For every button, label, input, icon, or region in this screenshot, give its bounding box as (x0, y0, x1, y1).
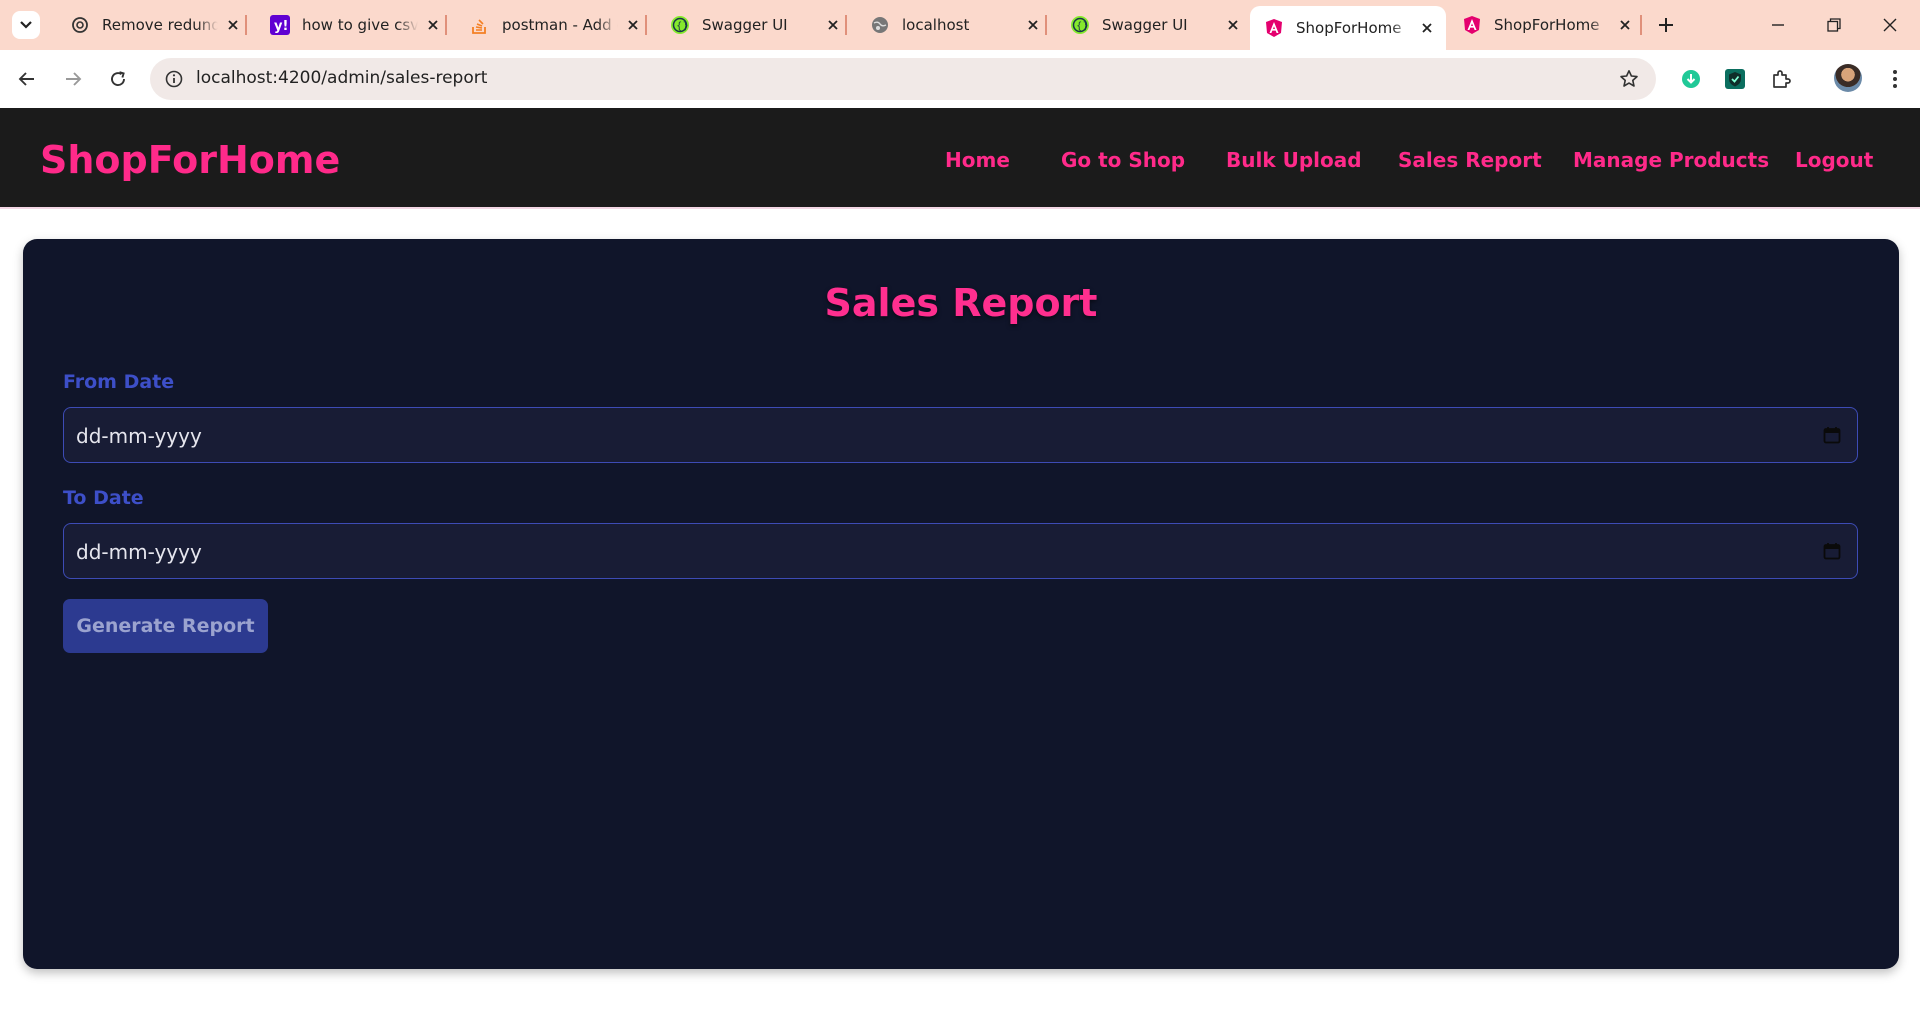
tab-search-button[interactable] (12, 11, 40, 39)
to-date-label: To Date (63, 487, 144, 509)
from-date-value: dd-mm-yyyy (76, 424, 202, 448)
nav-go-to-shop[interactable]: Go to Shop (1061, 148, 1185, 172)
close-icon[interactable] (1024, 16, 1042, 34)
profile-avatar[interactable] (1834, 64, 1862, 92)
browser-tab[interactable]: y! how to give csv f (256, 8, 452, 42)
minimize-button[interactable] (1762, 10, 1794, 40)
tab-separator (845, 15, 847, 35)
site-info-icon[interactable] (160, 65, 188, 93)
close-icon[interactable] (224, 16, 242, 34)
nav-manage-products[interactable]: Manage Products (1573, 148, 1769, 172)
openai-icon (70, 15, 90, 35)
from-date-label: From Date (63, 371, 175, 393)
close-icon (1883, 18, 1897, 32)
tab-separator (1640, 15, 1642, 35)
tab-title: postman - Add c (502, 16, 618, 34)
address-bar[interactable]: localhost:4200/admin/sales-report (150, 58, 1656, 100)
globe-icon (870, 15, 890, 35)
svg-text:{}: {} (1076, 21, 1089, 32)
app-header: ShopForHome Home Go to Shop Bulk Upload … (0, 108, 1920, 209)
browser-tab[interactable]: ShopForHome (1448, 8, 1644, 42)
browser-menu-button[interactable] (1880, 64, 1910, 94)
tab-title: Swagger UI (1102, 16, 1188, 34)
to-date-value: dd-mm-yyyy (76, 540, 202, 564)
minimize-icon (1772, 24, 1784, 26)
tab-title: Swagger UI (702, 16, 788, 34)
tab-title: ShopForHome (1296, 19, 1402, 37)
browser-tab-active[interactable]: ShopForHome (1250, 6, 1446, 50)
stackoverflow-icon (470, 15, 490, 35)
swagger-icon: {} (1070, 15, 1090, 35)
browser-tab[interactable]: localhost (856, 8, 1052, 42)
chevron-down-icon (20, 21, 32, 29)
generate-report-button[interactable]: Generate Report (63, 599, 268, 653)
shield-extension-icon[interactable] (1720, 64, 1750, 94)
close-icon[interactable] (824, 16, 842, 34)
close-icon[interactable] (1224, 16, 1242, 34)
calendar-icon[interactable] (1823, 542, 1841, 560)
reload-icon (111, 71, 125, 86)
restore-icon (1827, 18, 1841, 32)
sales-report-panel: Sales Report From Date dd-mm-yyyy To Dat… (23, 239, 1899, 969)
close-icon[interactable] (1418, 19, 1436, 37)
browser-tab[interactable]: {} Swagger UI (656, 8, 852, 42)
swagger-icon: {} (670, 15, 690, 35)
tab-separator (445, 15, 447, 35)
svg-text:y!: y! (274, 19, 288, 34)
nav-home[interactable]: Home (945, 148, 1010, 172)
reload-button[interactable] (103, 64, 133, 94)
brand-logo[interactable]: ShopForHome (40, 138, 340, 182)
close-icon[interactable] (1616, 16, 1634, 34)
nav-bulk-upload[interactable]: Bulk Upload (1226, 148, 1362, 172)
close-icon[interactable] (424, 16, 442, 34)
browser-tab[interactable]: postman - Add c (456, 8, 652, 42)
download-extension-icon[interactable] (1676, 64, 1706, 94)
browser-tab-strip: Remove redundant y! how to give csv f po… (0, 0, 1920, 50)
tab-separator (1045, 15, 1047, 35)
extensions-puzzle-icon[interactable] (1766, 64, 1796, 94)
window-close-button[interactable] (1874, 10, 1906, 40)
tab-separator (245, 15, 247, 35)
tab-title: ShopForHome (1494, 16, 1600, 34)
nav-sales-report[interactable]: Sales Report (1398, 148, 1542, 172)
calendar-icon[interactable] (1823, 426, 1841, 444)
arrow-right-icon (66, 72, 82, 86)
tab-separator (645, 15, 647, 35)
nav-logout[interactable]: Logout (1795, 148, 1873, 172)
forward-button[interactable] (58, 64, 88, 94)
tab-title: how to give csv f (302, 16, 418, 34)
to-date-input[interactable]: dd-mm-yyyy (63, 523, 1858, 579)
url-text[interactable]: localhost:4200/admin/sales-report (196, 68, 487, 88)
arrow-left-icon (18, 72, 34, 86)
bookmark-star-icon[interactable] (1616, 66, 1642, 92)
browser-tab[interactable]: {} Swagger UI (1056, 8, 1252, 42)
from-date-input[interactable]: dd-mm-yyyy (63, 407, 1858, 463)
new-tab-button[interactable] (1652, 11, 1680, 39)
svg-text:{}: {} (676, 21, 689, 32)
tab-title: localhost (902, 16, 970, 34)
yahoo-icon: y! (270, 15, 290, 35)
tab-title: Remove redundant (102, 16, 218, 34)
close-icon[interactable] (624, 16, 642, 34)
angular-icon (1462, 15, 1482, 35)
more-vertical-icon (1893, 70, 1897, 88)
back-button[interactable] (12, 64, 42, 94)
browser-tab[interactable]: Remove redundant (56, 8, 252, 42)
plus-icon (1659, 18, 1673, 32)
restore-button[interactable] (1818, 10, 1850, 40)
page-title: Sales Report (824, 281, 1098, 325)
angular-icon (1264, 18, 1284, 38)
